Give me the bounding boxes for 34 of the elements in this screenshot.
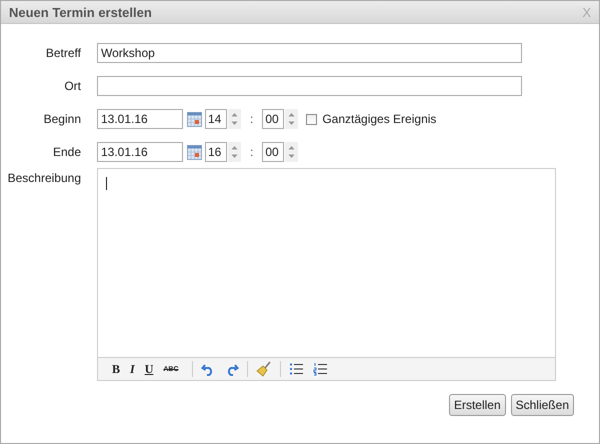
spinner-icon[interactable] [285, 142, 298, 162]
field-label: Betreff [44, 46, 82, 60]
bold-button[interactable]: B [112, 362, 120, 376]
spinner-icon[interactable] [228, 109, 241, 129]
minute-field[interactable]: 00 [262, 142, 284, 162]
text-field[interactable] [97, 76, 522, 96]
calendar-icon[interactable] [187, 144, 202, 160]
undo-icon[interactable] [200, 362, 215, 376]
time-separator: : [250, 145, 254, 159]
broom-icon[interactable] [256, 361, 272, 377]
numbered-list-icon[interactable] [312, 362, 327, 376]
hour-field[interactable]: 14 [205, 109, 227, 129]
time-separator: : [250, 112, 254, 126]
dialog-button[interactable]: Schließen [510, 394, 574, 416]
field-label: Beschreibung [6, 170, 82, 185]
italic-button[interactable]: I [130, 362, 135, 376]
hour-field[interactable]: 16 [205, 142, 227, 162]
field-label: Ort [63, 79, 82, 93]
field-label: Beginn [42, 112, 82, 126]
minute-field[interactable]: 00 [262, 109, 284, 129]
calendar-icon[interactable] [187, 112, 202, 126]
field-label: Ende [52, 145, 82, 159]
spinner-icon[interactable] [228, 142, 241, 162]
text-cursor [106, 177, 107, 190]
date-field[interactable]: 13.01.16 [97, 142, 183, 162]
window-title: Neuen Termin erstellen [9, 4, 152, 20]
underline-button[interactable]: U [144, 362, 154, 376]
dialog-button[interactable]: Erstellen [448, 394, 506, 416]
spinner-icon[interactable] [285, 109, 298, 129]
text-field[interactable]: Workshop [97, 43, 522, 63]
checkbox[interactable] [306, 114, 318, 124]
checkbox-label: Ganztägiges Ereignis [322, 112, 436, 126]
bullet-list-icon[interactable] [288, 362, 303, 376]
date-field[interactable]: 13.01.16 [97, 109, 183, 129]
